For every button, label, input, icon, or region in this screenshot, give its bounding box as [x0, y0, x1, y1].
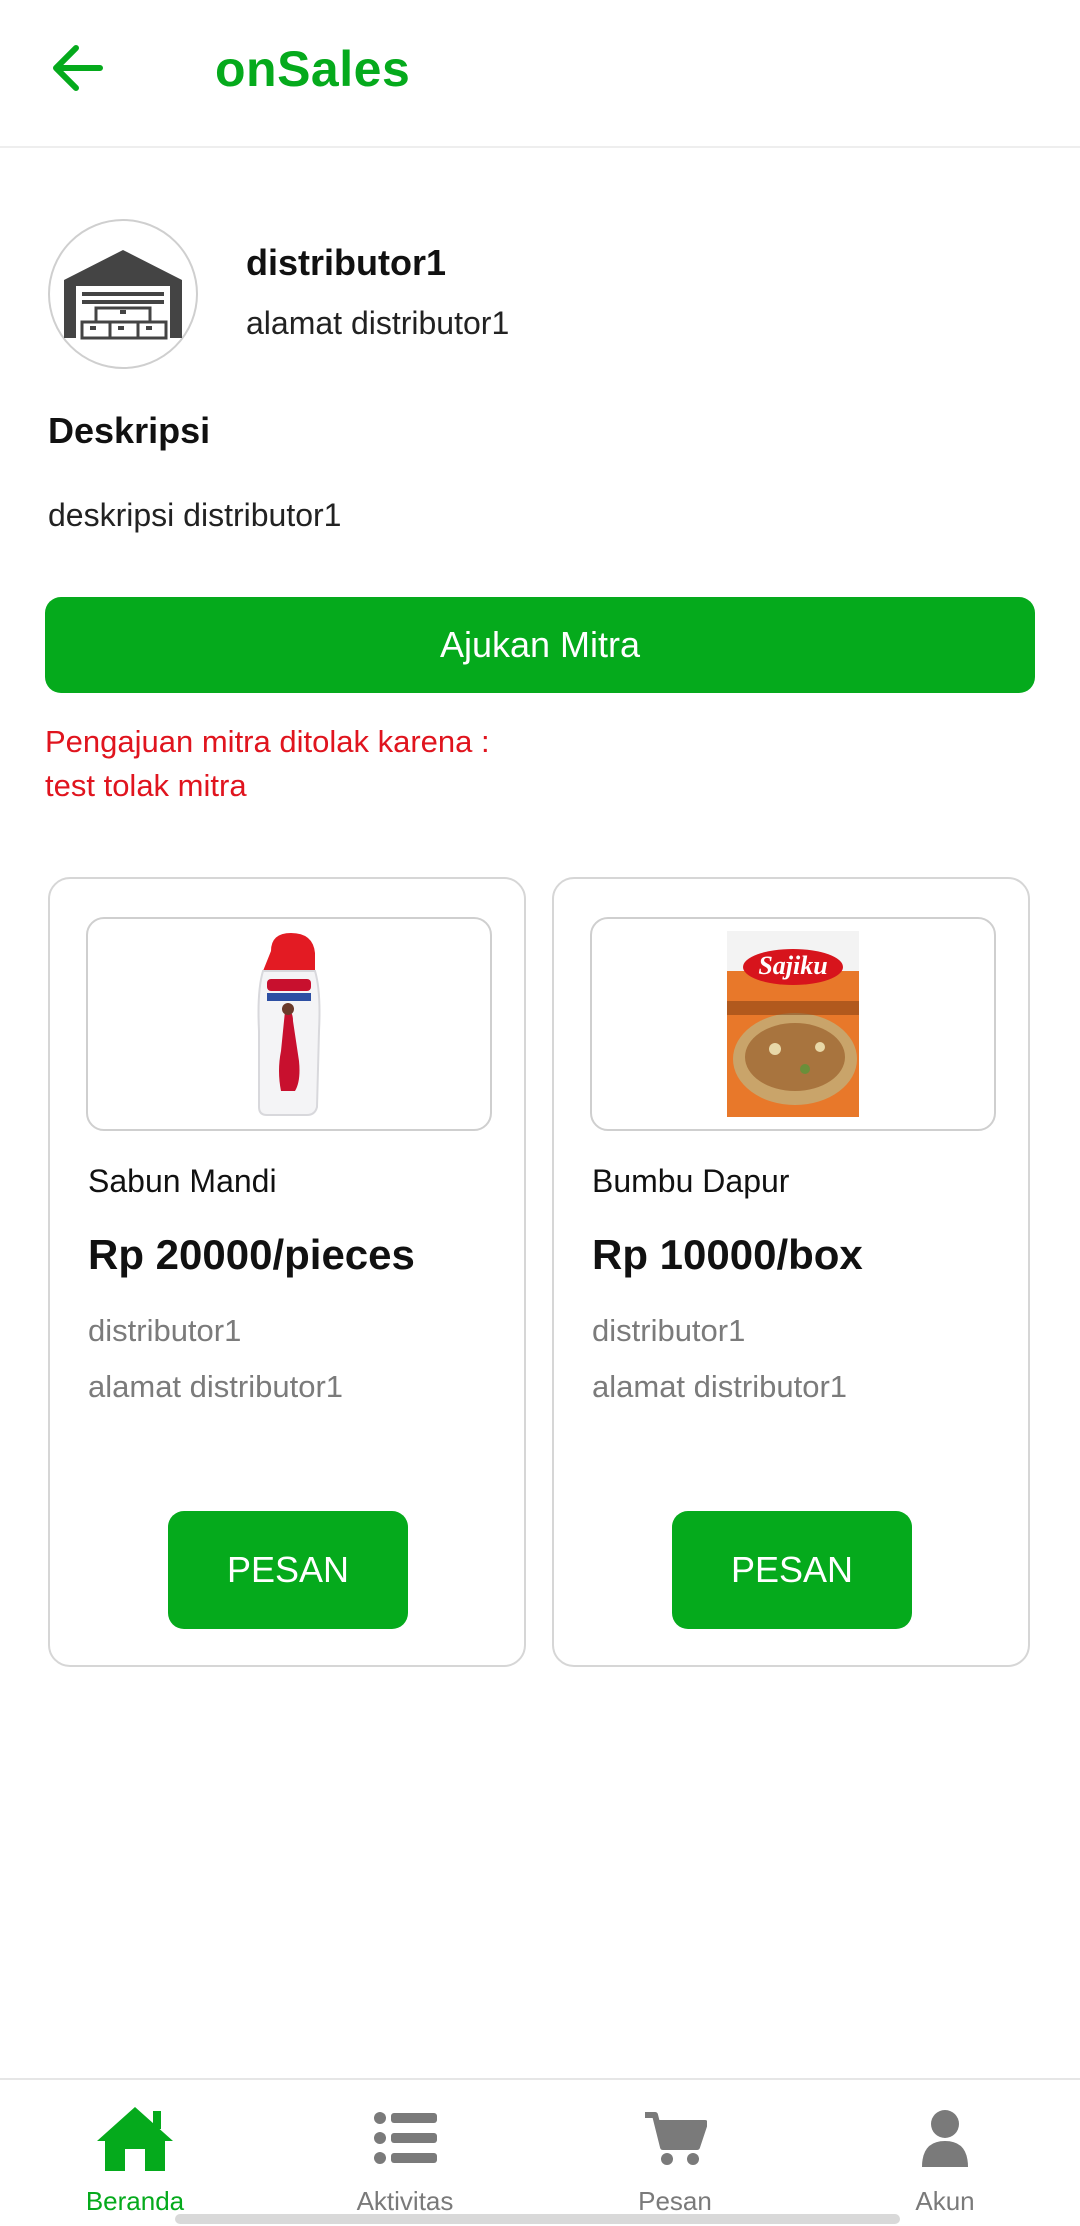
app-screen: onSales distributor1 alamat distributor1… [0, 0, 1080, 2226]
back-button[interactable] [46, 36, 110, 100]
nav-item-pesan[interactable]: Pesan [540, 2080, 810, 2226]
rejection-reason-text: test tolak mitra [45, 768, 247, 803]
description-text: deskripsi distributor1 [48, 497, 342, 533]
cart-icon [633, 2102, 717, 2174]
nav-item-beranda[interactable]: Beranda [0, 2080, 270, 2226]
nav-label: Pesan [638, 2186, 712, 2216]
product-name: Bumbu Dapur [592, 1163, 790, 1199]
bottom-navigation: Beranda Aktivitas Pesan Akun [0, 2078, 1080, 2226]
order-button[interactable]: PESAN [168, 1511, 408, 1629]
order-button[interactable]: PESAN [672, 1511, 912, 1629]
seasoning-brand-text: Sajiku [758, 951, 827, 980]
soap-bottle-icon [257, 933, 321, 1116]
list-icon [363, 2102, 447, 2174]
nav-label: Aktivitas [356, 2186, 454, 2216]
product-distributor: distributor1 [88, 1313, 242, 1348]
product-price: Rp 20000/pieces [88, 1231, 415, 1278]
product-card[interactable]: Sajiku Bumbu Dapur Rp 10000/box distribu… [552, 877, 1030, 1667]
gesture-bar [175, 2214, 900, 2224]
user-icon [903, 2102, 987, 2174]
nav-label: Akun [915, 2186, 975, 2216]
description-heading: Deskripsi [48, 410, 211, 451]
product-image: Sajiku [590, 917, 996, 1131]
arrow-left-icon [53, 45, 103, 91]
distributor-address: alamat distributor1 [246, 305, 510, 341]
product-image [86, 917, 492, 1131]
home-icon [93, 2102, 177, 2174]
product-distributor: distributor1 [592, 1313, 746, 1348]
nav-item-akun[interactable]: Akun [810, 2080, 1080, 2226]
warehouse-icon [64, 250, 182, 340]
product-card[interactable]: Sabun Mandi Rp 20000/pieces distributor1… [48, 877, 526, 1667]
nav-item-aktivitas[interactable]: Aktivitas [270, 2080, 540, 2226]
apply-partner-button[interactable]: Ajukan Mitra [45, 597, 1035, 693]
distributor-avatar [48, 219, 198, 369]
nav-label: Beranda [85, 2186, 185, 2216]
product-price: Rp 10000/box [592, 1231, 863, 1278]
app-title: onSales [215, 41, 411, 97]
product-address: alamat distributor1 [88, 1369, 344, 1404]
rejection-message: Pengajuan mitra ditolak karena : test to… [45, 720, 745, 808]
top-app-bar: onSales [0, 0, 1080, 148]
product-name: Sabun Mandi [88, 1163, 277, 1199]
distributor-name: distributor1 [246, 242, 447, 283]
product-address: alamat distributor1 [592, 1369, 848, 1404]
seasoning-pack-icon: Sajiku [727, 931, 859, 1117]
rejection-reason-label: Pengajuan mitra ditolak karena : [45, 724, 490, 759]
